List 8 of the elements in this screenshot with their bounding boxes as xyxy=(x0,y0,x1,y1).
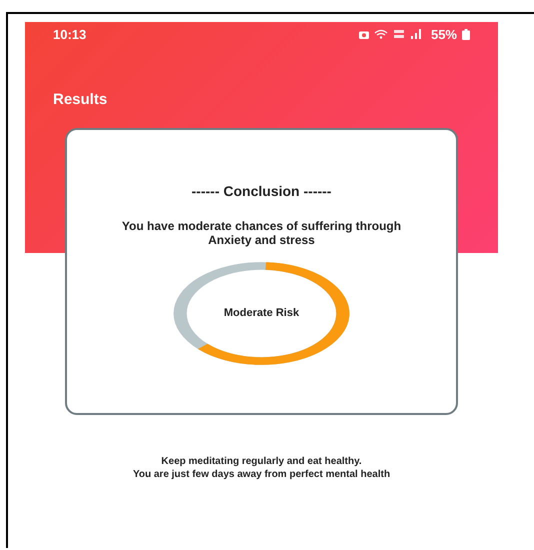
advice-text: You are just few days away from perfect mental health xyxy=(132,468,390,481)
risk-label: Moderate Risk xyxy=(224,307,300,320)
advice-text: Keep meditating regularly and eat healthy. xyxy=(161,455,362,468)
status-time: 10:13 xyxy=(53,26,86,42)
page-title: Results xyxy=(53,91,108,108)
conclusion-message: You have moderate chances of suffering through Anxiety and stress xyxy=(120,219,402,248)
conclusion-heading: ------ Conclusion ------ xyxy=(192,183,332,199)
battery-percent: 55% xyxy=(430,26,457,42)
